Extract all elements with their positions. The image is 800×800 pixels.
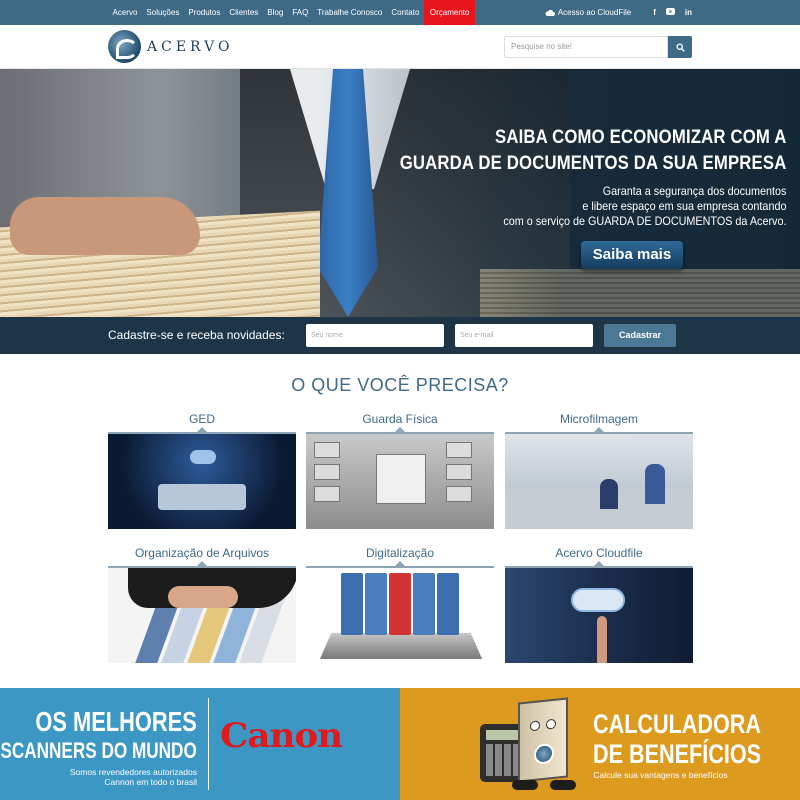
services-title: O QUE VOCÊ PRECISA? [291, 375, 509, 395]
mascot-eye [546, 718, 556, 730]
hero-title-line-2: GUARDA DE DOCUMENTOS DA SUA EMPRESA [399, 153, 786, 174]
newsletter-bar: Cadastre-se e receba novidades: Seu nome… [0, 317, 800, 354]
calc-banner-subtitle: Calcule sua vantagens e benefícios [593, 770, 728, 780]
folder [341, 573, 363, 635]
hero-banner: SAIBA COMO ECONOMIZAR COM A GUARDA DE DO… [0, 69, 800, 317]
drawer [314, 486, 340, 502]
canon-title-line-2: SCANNERS DO MUNDO [0, 738, 197, 763]
cloud-icon [571, 588, 625, 612]
cloudfile-link[interactable]: Acesso ao CloudFile [545, 8, 631, 17]
canon-logo: Canon [220, 716, 343, 756]
microfilmagem-image[interactable] [505, 434, 693, 529]
laptop-image [319, 632, 483, 660]
canon-title-line-1: OS MELHORES [35, 706, 197, 737]
calc-title-line-1: CALCULADORA [593, 709, 761, 739]
calculator-screen [486, 730, 520, 740]
hero-title-line-1: SAIBA COMO ECONOMIZAR COM A [494, 127, 786, 148]
cloud-icon [190, 450, 216, 464]
acervo-logo[interactable]: ACERVO [108, 30, 233, 63]
canon-banner-subtitle: Somos revendedores autorizados Cannon em… [70, 767, 197, 787]
nav-trabalhe-conosco[interactable]: Trabalhe Conosco [313, 0, 387, 25]
canon-sub-line-1: Somos revendedores autorizados [69, 767, 197, 777]
drawer [314, 442, 340, 458]
canon-banner-title: OS MELHORES SCANNERS DO MUNDO [1, 707, 197, 765]
service-card-ged[interactable]: GED [108, 412, 296, 529]
cloudfile-image[interactable] [505, 568, 693, 663]
folder [389, 573, 411, 635]
nav-clientes[interactable]: Clientes [225, 0, 263, 25]
youtube-icon[interactable] [665, 7, 675, 18]
canon-sub-line-2: Cannon em todo o brasil [104, 777, 197, 787]
service-card-microfilmagem[interactable]: Microfilmagem [505, 412, 693, 529]
folder [365, 573, 387, 635]
cadastrar-button[interactable]: Cadastrar [604, 324, 676, 347]
ged-image[interactable] [108, 434, 296, 529]
hero-text-block: SAIBA COMO ECONOMIZAR COM A GUARDA DE DO… [347, 125, 786, 229]
service-card-cloudfile[interactable]: Acervo Cloudfile [505, 546, 693, 663]
folder [413, 573, 435, 635]
mascot-shoe [550, 780, 576, 790]
hand-image [168, 586, 238, 608]
drawer [446, 486, 472, 502]
guarda-fisica-image[interactable] [306, 434, 494, 529]
service-card-digitalizacao[interactable]: Digitalização [306, 546, 494, 663]
finger-image [597, 616, 607, 663]
top-right-links: Acesso ao CloudFile f in [545, 0, 692, 25]
calculator-keys [486, 744, 520, 776]
folder [437, 573, 459, 635]
cloudfile-label: Acesso ao CloudFile [557, 8, 632, 17]
search-input[interactable]: Pesquise no site! [504, 36, 668, 58]
mascot-icon [518, 697, 568, 783]
hero-text-line-3: com o serviço de GUARDA DE DOCUMENTOS da… [502, 214, 786, 228]
cloud-icon [545, 9, 555, 16]
nav-orcamento[interactable]: Orçamento [423, 0, 476, 25]
search-icon [675, 42, 685, 52]
mascot-eye [530, 720, 540, 732]
service-card-guarda-fisica[interactable]: Guarda Física [306, 412, 494, 529]
drawer [446, 442, 472, 458]
calc-banner-title: CALCULADORA DE BENEFÍCIOS [593, 709, 761, 769]
calculadora-banner[interactable]: CALCULADORA DE BENEFÍCIOS Calcule sua va… [400, 688, 800, 800]
linkedin-icon[interactable]: in [685, 8, 692, 17]
nav-faq[interactable]: FAQ [288, 0, 313, 25]
facebook-icon[interactable]: f [653, 8, 656, 17]
open-drawer [376, 454, 426, 504]
newsletter-email-field[interactable]: Seu e-mail [455, 324, 593, 347]
service-card-organizacao[interactable]: Organização de Arquivos [108, 546, 296, 663]
top-nav: Acervo Soluções Produtos Clientes Blog F… [108, 0, 476, 25]
mascot-emblem-icon [534, 742, 554, 765]
newsletter-label: Cadastre-se e receba novidades: [108, 328, 285, 342]
nav-solucoes[interactable]: Soluções [142, 0, 184, 25]
nav-contato[interactable]: Contato [387, 0, 424, 25]
saiba-mais-button[interactable]: Saiba mais [581, 241, 683, 269]
nav-produtos[interactable]: Produtos [184, 0, 225, 25]
newsletter-name-field[interactable]: Seu nome [306, 324, 444, 347]
hero-text-line-1: Garanta a segurança dos documentos [602, 184, 786, 198]
digitalizacao-image[interactable] [306, 568, 494, 663]
drawer [446, 464, 472, 480]
calc-title-line-2: DE BENEFÍCIOS [593, 739, 762, 769]
search-button[interactable] [668, 36, 692, 58]
site-header: ACERVO Pesquise no site! [0, 25, 800, 69]
logo-mark-icon [108, 30, 141, 63]
nav-blog[interactable]: Blog [263, 0, 288, 25]
nav-acervo[interactable]: Acervo [108, 0, 142, 25]
banner-divider [208, 698, 209, 790]
person-image [600, 479, 618, 509]
person-image [645, 464, 665, 504]
hero-text-line-2: e libere espaço em sua empresa contando [581, 199, 786, 213]
logo-text: ACERVO [147, 38, 234, 55]
canon-banner[interactable]: OS MELHORES SCANNERS DO MUNDO Somos reve… [0, 688, 400, 800]
mascot-shoe [512, 780, 538, 790]
top-bar: Acervo Soluções Produtos Clientes Blog F… [0, 0, 800, 25]
tablet-image [158, 484, 246, 510]
organizacao-image[interactable] [108, 568, 296, 663]
drawer [314, 464, 340, 480]
